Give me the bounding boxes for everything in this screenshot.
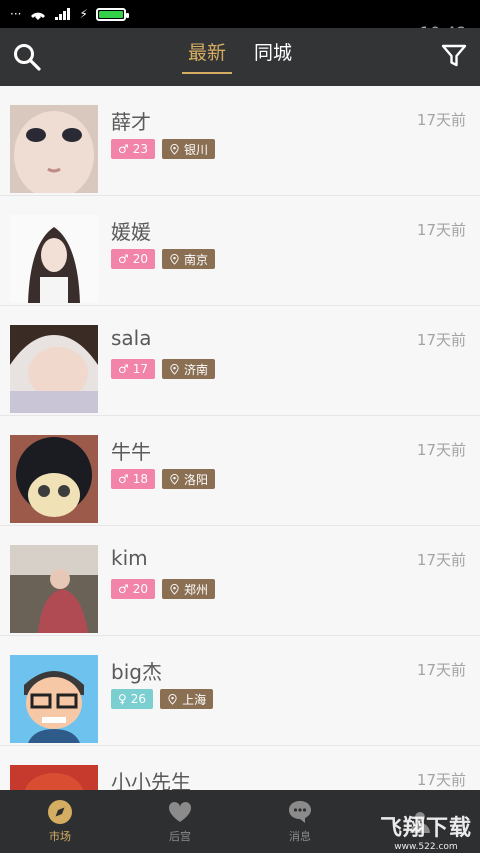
post-time: 17天前 xyxy=(416,771,466,789)
location-pin-icon xyxy=(170,583,179,595)
compass-icon xyxy=(48,800,72,824)
avatar xyxy=(10,105,98,193)
gender-age-badge: ♂ 23 xyxy=(111,139,156,159)
tab-latest[interactable]: 最新 xyxy=(174,28,240,86)
location-pin-icon xyxy=(168,693,177,705)
nav-market[interactable]: 市场 xyxy=(0,790,120,853)
user-tags: ♂ 17 济南 xyxy=(111,359,216,379)
post-time: 17天前 xyxy=(416,441,466,459)
city-badge: 银川 xyxy=(162,139,216,159)
gender-age-badge: ♂ 17 xyxy=(111,359,156,379)
user-tags: ♂ 18 洛阳 xyxy=(111,469,216,489)
watermark: 飞翔下载 www.522.com xyxy=(379,816,472,852)
city-badge: 济南 xyxy=(162,359,216,379)
gender-icon: ♂ xyxy=(118,582,129,596)
nav-label: 市场 xyxy=(49,830,71,843)
post-time: 17天前 xyxy=(416,111,466,129)
user-name: 小小先生 xyxy=(111,770,191,790)
user-tags: ♂ 23 银川 xyxy=(111,139,216,159)
user-name: kim xyxy=(111,546,148,570)
location-pin-icon xyxy=(170,253,179,265)
user-name: 牛牛 xyxy=(111,440,151,464)
user-row[interactable]: 媛媛 17天前 ♂ 20 南京 xyxy=(0,196,480,306)
charging-icon: ⚡ xyxy=(79,7,88,21)
avatar xyxy=(10,215,98,303)
post-time: 17天前 xyxy=(416,221,466,239)
gender-icon: ♂ xyxy=(118,142,129,156)
post-time: 17天前 xyxy=(416,551,466,569)
feed-tabs: 最新 同城 xyxy=(0,28,480,86)
wifi-icon xyxy=(31,12,46,20)
notification-icon: ··· xyxy=(10,7,22,21)
user-name: big杰 xyxy=(111,660,162,684)
city-badge: 郑州 xyxy=(162,579,216,599)
gender-icon: ♂ xyxy=(118,362,129,376)
user-tags: ♀ 26 上海 xyxy=(111,689,214,709)
city-badge: 南京 xyxy=(162,249,216,269)
post-time: 17天前 xyxy=(416,331,466,349)
nav-label: 后宫 xyxy=(169,830,191,843)
nav-harem[interactable]: 后宫 xyxy=(120,790,240,853)
status-icons: ··· ⚡ xyxy=(10,7,129,21)
user-name: 媛媛 xyxy=(111,220,151,244)
user-row[interactable]: 牛牛 17天前 ♂ 18 洛阳 xyxy=(0,416,480,526)
post-time: 17天前 xyxy=(416,661,466,679)
avatar xyxy=(10,545,98,633)
nav-label: 消息 xyxy=(289,830,311,843)
filter-icon[interactable] xyxy=(440,42,468,70)
battery-icon xyxy=(95,7,129,21)
tab-same-city[interactable]: 同城 xyxy=(240,28,306,86)
location-pin-icon xyxy=(170,363,179,375)
avatar xyxy=(10,325,98,413)
chat-icon xyxy=(289,801,311,823)
nav-messages[interactable]: 消息 xyxy=(240,790,360,853)
user-row[interactable]: 小小先生 17天前 xyxy=(0,746,480,790)
status-bar: 10:48 ··· ⚡ xyxy=(0,0,480,42)
gender-icon: ♀ xyxy=(118,692,127,706)
user-row[interactable]: big杰 17天前 ♀ 26 上海 xyxy=(0,636,480,746)
city-badge: 上海 xyxy=(160,689,214,709)
user-row[interactable]: kim 17天前 ♂ 20 郑州 xyxy=(0,526,480,636)
gender-icon: ♂ xyxy=(118,252,129,266)
gender-age-badge: ♂ 20 xyxy=(111,249,156,269)
signal-icon xyxy=(55,8,71,20)
gender-age-badge: ♀ 26 xyxy=(111,689,154,709)
gender-age-badge: ♂ 20 xyxy=(111,579,156,599)
location-pin-icon xyxy=(170,473,179,485)
user-row[interactable]: sala 17天前 ♂ 17 济南 xyxy=(0,306,480,416)
app-header: 最新 同城 xyxy=(0,28,480,86)
avatar xyxy=(10,655,98,743)
avatar xyxy=(10,435,98,523)
gender-age-badge: ♂ 18 xyxy=(111,469,156,489)
user-tags: ♂ 20 郑州 xyxy=(111,579,216,599)
user-row[interactable]: 薛才 17天前 ♂ 23 银川 xyxy=(0,86,480,196)
heart-icon xyxy=(168,801,192,822)
user-name: 薛才 xyxy=(111,110,151,134)
user-name: sala xyxy=(111,326,152,350)
avatar xyxy=(10,765,98,790)
gender-icon: ♂ xyxy=(118,472,129,486)
location-pin-icon xyxy=(170,143,179,155)
user-tags: ♂ 20 南京 xyxy=(111,249,216,269)
user-list[interactable]: 薛才 17天前 ♂ 23 银川 媛媛 17天前 ♂ 20 南京 sala 17天前 … xyxy=(0,86,480,790)
city-badge: 洛阳 xyxy=(162,469,216,489)
